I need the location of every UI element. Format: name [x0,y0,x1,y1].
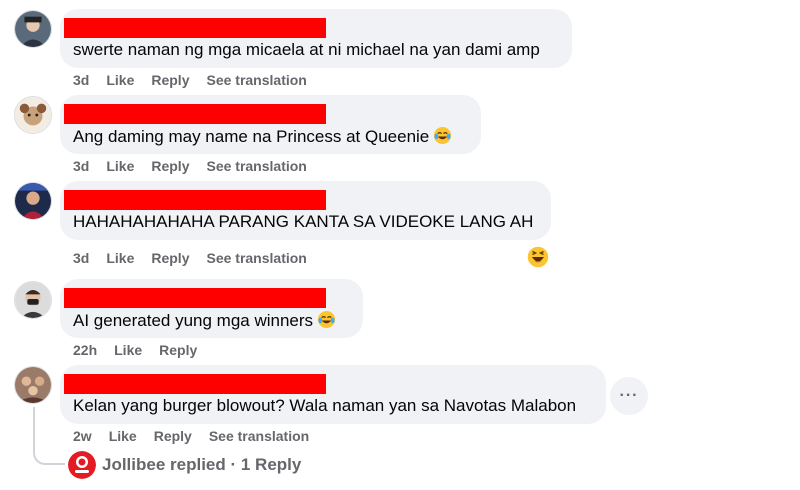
comment-actions: 22h Like Reply [73,341,214,359]
comment-text: swerte naman ng mga micaela at ni michae… [73,40,540,59]
reply-link[interactable]: Reply [159,342,197,358]
comment-bubble: Kelan yang burger blowout? Wala naman ya… [60,365,606,424]
comment-time[interactable]: 2w [73,428,92,444]
see-translation-link[interactable]: See translation [209,428,309,444]
avatar[interactable] [14,96,52,134]
reply-thread-line [33,407,65,465]
replies-summary[interactable]: Jollibee replied · 1 Reply [68,451,301,479]
redacted-author-name [64,190,326,210]
redacted-author-name [64,104,326,124]
reply-link[interactable]: Reply [151,72,189,88]
like-link[interactable]: Like [106,250,134,266]
comment-text: Kelan yang burger blowout? Wala naman ya… [73,396,577,415]
replies-summary-text[interactable]: Jollibee replied · 1 Reply [102,455,301,475]
reply-link[interactable]: Reply [151,250,189,266]
avatar[interactable] [14,10,52,48]
comment-time[interactable]: 3d [73,72,89,88]
comment-time[interactable]: 3d [73,158,89,174]
comment-bubble: HAHAHAHAHAHA PARANG KANTA SA VIDEOKE LAN… [60,181,551,240]
avatar[interactable] [14,366,52,404]
comment-actions: 3d Like Reply See translation [73,157,324,175]
redacted-author-name [64,374,326,394]
avatar[interactable] [14,182,52,220]
haha-reaction-icon[interactable] [526,245,550,269]
reply-link[interactable]: Reply [154,428,192,444]
see-translation-link[interactable]: See translation [206,250,306,266]
like-link[interactable]: Like [109,428,137,444]
like-link[interactable]: Like [106,72,134,88]
comment-text: HAHAHAHAHAHA PARANG KANTA SA VIDEOKE LAN… [73,212,534,231]
comment-time[interactable]: 22h [73,342,97,358]
laughing-tears-emoji [434,126,452,145]
like-link[interactable]: Like [106,158,134,174]
comment-text-content: AI generated yung mga winners [73,311,314,330]
comment-actions: 3d Like Reply See translation [73,71,324,89]
comment-bubble: Ang daming may name na Princess at Queen… [60,95,481,154]
see-translation-link[interactable]: See translation [206,158,306,174]
redacted-author-name [64,288,326,308]
see-translation-link[interactable]: See translation [206,72,306,88]
comment-bubble: AI generated yung mga winners [60,279,363,338]
laughing-tears-emoji [317,310,336,329]
comment-actions: 2w Like Reply See translation [73,427,326,445]
avatar[interactable] [14,281,52,319]
comment-text: AI generated yung mga winners [73,310,336,331]
reply-link[interactable]: Reply [151,158,189,174]
more-options-icon[interactable]: ··· [610,377,648,415]
comment-bubble: swerte naman ng mga micaela at ni michae… [60,9,572,68]
comment-text-content: Ang daming may name na Princess at Queen… [73,127,430,146]
comment-time[interactable]: 3d [73,250,89,266]
like-link[interactable]: Like [114,342,142,358]
redacted-author-name [64,18,326,38]
jollibee-logo [68,451,96,479]
comment-actions: 3d Like Reply See translation [73,249,324,267]
comment-text: Ang daming may name na Princess at Queen… [73,126,452,147]
